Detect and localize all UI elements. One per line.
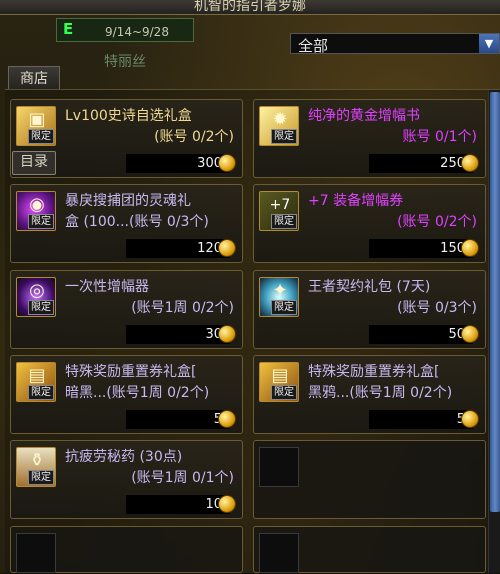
shop-item-card[interactable]: ⚱ 限定 抗疲劳秘药 (30点) (账号1周 0/1个) 10 [10,440,243,519]
coin-icon [461,154,479,172]
shop-item-card[interactable]: ✹ 限定 纯净的黄金增幅书 账号 0/1个) 250 [253,99,486,178]
amplifier-icon: ◎ 限定 [16,277,56,317]
item-name: 王者契约礼包 (7天) [308,279,431,295]
coin-icon [218,495,236,513]
shop-item-card[interactable]: ▤ 限定 特殊奖励重置券礼盒[ 暗黑...(账号1周 0/2个) 5 [10,355,243,434]
npc-name: 特丽丝 [104,54,146,70]
vertical-scrollbar[interactable] [488,90,500,573]
coin-icon [218,154,236,172]
filter-selected-value: 全部 [298,37,329,55]
coin-icon [461,239,479,257]
limited-badge: 限定 [28,385,54,400]
item-purchase-limit: (账号 0/3个) [397,300,477,316]
e-icon: E [63,20,74,38]
soul-box-icon: ◉ 限定 [16,191,56,231]
item-name: +7 装备增幅券 [308,193,404,209]
item-name: 特殊奖励重置券礼盒[ [308,364,440,380]
empty-slot-frame [259,533,299,573]
coin-icon [461,410,479,428]
empty-slot-frame [16,533,56,573]
coin-icon [218,410,236,428]
item-name: 抗疲劳秘药 (30点) [65,449,183,465]
tab-directory[interactable]: 目录 [12,151,56,175]
empty-item-slot [253,526,486,573]
item-purchase-limit: (账号 0/2个) [397,214,477,230]
item-name: 一次性增幅器 [65,279,149,295]
limited-badge: 限定 [271,129,297,144]
coin-icon [461,325,479,343]
item-name-continued: 暗黑...(账号1周 0/2个) [65,385,210,401]
gold-box-icon: ▣ 限定 [16,106,56,146]
empty-item-slot [253,440,486,519]
limited-badge: 限定 [28,300,54,315]
item-name-continued: 盒 (100...(账号 0/3个) [65,214,209,230]
item-name: 特殊奖励重置券礼盒[ [65,364,197,380]
event-date-range: 9/14~9/28 [105,25,169,39]
shop-item-card[interactable]: ▤ 限定 特殊奖励重置券礼盒[ 黑鸦...(账号1周 0/2个) 5 [253,355,486,434]
coin-icon [218,239,236,257]
contract-icon: ✦ 限定 [259,277,299,317]
amplify-book-icon: ✹ 限定 [259,106,299,146]
plus7-ticket-icon: +7 限定 [259,191,299,231]
item-purchase-limit: (账号1周 0/2个) [131,300,234,316]
coin-icon [218,325,236,343]
item-purchase-limit: 账号 0/1个) [402,129,477,145]
shop-item-card[interactable]: ◉ 限定 暴戾搜捕团的灵魂礼 盒 (100...(账号 0/3个) 120 [10,184,243,263]
shop-item-card[interactable]: +7 限定 +7 装备增幅券 (账号 0/2个) 150 [253,184,486,263]
limited-badge: 限定 [271,385,297,400]
empty-slot-frame [259,447,299,487]
limited-badge: 限定 [28,214,54,229]
event-date-box: E 9/14~9/28 [56,18,194,42]
shop-item-card[interactable]: ◎ 限定 一次性增幅器 (账号1周 0/2个) 30 [10,270,243,349]
shop-item-card[interactable]: ✦ 限定 王者契约礼包 (7天) (账号 0/3个) 50 [253,270,486,349]
item-name: 暴戾搜捕团的灵魂礼 [65,193,191,209]
limited-badge: 限定 [271,214,297,229]
item-purchase-limit: (账号1周 0/1个) [131,470,234,486]
window-title: 机智的指引者罗娜 [0,0,500,15]
limited-badge: 限定 [28,129,54,144]
limited-badge: 限定 [271,300,297,315]
tab-shop[interactable]: 商店 [8,66,60,90]
reset-ticket-box-icon: ▤ 限定 [16,362,56,402]
item-purchase-limit: (账号 0/2个) [154,129,234,145]
reset-ticket-box-icon: ▤ 限定 [259,362,299,402]
potion-icon: ⚱ 限定 [16,447,56,487]
empty-item-slot [10,526,243,573]
category-filter-select[interactable]: 全部 ▼ [290,33,500,55]
item-name: 纯净的黄金增幅书 [308,108,420,124]
chevron-down-icon[interactable]: ▼ [479,34,499,53]
scroll-thumb[interactable] [490,92,500,512]
limited-badge: 限定 [28,470,54,485]
item-name-continued: 黑鸦...(账号1周 0/2个) [308,385,453,401]
item-name: Lv100史诗自选礼盒 [65,108,192,124]
